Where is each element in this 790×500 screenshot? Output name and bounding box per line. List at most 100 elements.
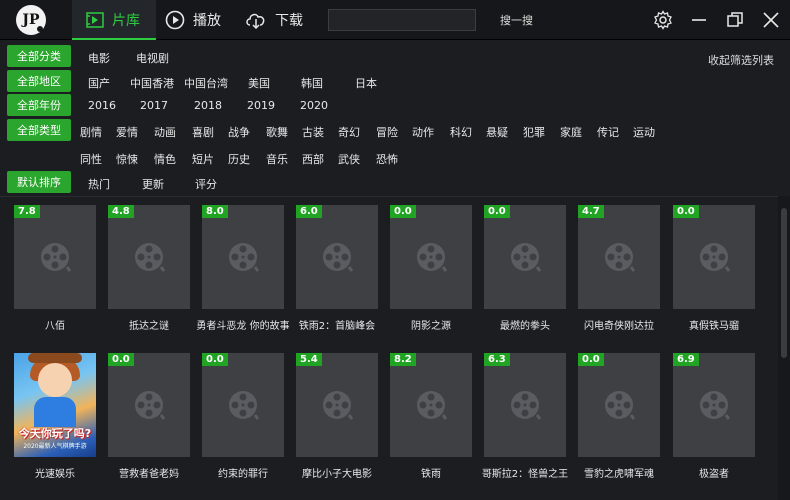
filter-year-option[interactable]: 2018: [194, 99, 222, 112]
filter-genre-option[interactable]: 西部: [302, 151, 324, 167]
filter-region-option[interactable]: 国产: [88, 75, 110, 91]
search-input[interactable]: [328, 9, 476, 31]
movie-title[interactable]: 营救者爸老妈: [102, 465, 196, 480]
filter-genre-option[interactable]: 动作: [412, 124, 434, 140]
filter-genre-option[interactable]: 剧情: [80, 124, 102, 140]
filter-region-option[interactable]: 韩国: [301, 75, 323, 91]
poster-placeholder: [321, 241, 354, 276]
filter-genre-option[interactable]: 犯罪: [523, 124, 545, 140]
filter-genre-option[interactable]: 动画: [154, 124, 176, 140]
filter-genre-option[interactable]: 爱情: [116, 124, 138, 140]
filter-genre-option[interactable]: 情色: [154, 151, 176, 167]
movie-title[interactable]: 阴影之源: [384, 317, 478, 332]
movie-poster[interactable]: 4.7: [578, 205, 660, 309]
movie-title[interactable]: 哥斯拉2：怪兽之王: [478, 465, 572, 480]
movie-title[interactable]: 铁雨: [384, 465, 478, 480]
filter-category-option[interactable]: 电影: [88, 50, 110, 66]
filter-genre-option[interactable]: 奇幻: [338, 124, 360, 140]
movie-poster[interactable]: 0.0: [578, 353, 660, 457]
score-badge: 8.0: [202, 205, 228, 218]
movie-title[interactable]: 约束的罪行: [196, 465, 290, 480]
tab-library[interactable]: 片库: [72, 0, 156, 40]
movie-title[interactable]: 八佰: [8, 317, 102, 332]
filter-genre-option[interactable]: 恐怖: [376, 151, 398, 167]
filter-genre-option[interactable]: 悬疑: [486, 124, 508, 140]
movie-poster[interactable]: 0.0: [390, 205, 472, 309]
filter-category-option[interactable]: 电视剧: [136, 50, 169, 66]
collapse-filters-link[interactable]: 收起筛选列表: [708, 52, 774, 68]
movie-title[interactable]: 铁雨2：首脑峰会: [290, 317, 384, 332]
movie-poster[interactable]: 6.3: [484, 353, 566, 457]
restore-icon: [727, 12, 743, 27]
filter-category-all[interactable]: 全部分类: [7, 45, 71, 67]
movie-poster[interactable]: 8.2: [390, 353, 472, 457]
movie-title[interactable]: 摩比小子大电影: [290, 465, 384, 480]
filter-genre-option[interactable]: 历史: [228, 151, 250, 167]
filter-year-option[interactable]: 2016: [88, 99, 116, 112]
movie-title[interactable]: 雪豹之虎啸军魂: [572, 465, 666, 480]
filter-genre-option[interactable]: 短片: [192, 151, 214, 167]
movie-title[interactable]: 真假铁马骝: [667, 317, 761, 332]
filter-region-option[interactable]: 中国香港: [130, 75, 174, 91]
movie-poster[interactable]: 5.4: [296, 353, 378, 457]
filter-genre-option[interactable]: 冒险: [376, 124, 398, 140]
sort-option-updated[interactable]: 更新: [142, 176, 164, 192]
filter-genre-option[interactable]: 音乐: [266, 151, 288, 167]
movie-title[interactable]: 闪电奇侠刚达拉: [572, 317, 666, 332]
close-icon: [763, 12, 779, 28]
movie-poster[interactable]: 6.0: [296, 205, 378, 309]
restore-button[interactable]: [724, 9, 746, 31]
movie-title[interactable]: 抵达之谜: [102, 317, 196, 332]
movie-poster[interactable]: 4.8: [108, 205, 190, 309]
score-badge: 6.0: [296, 205, 322, 218]
score-badge: 0.0: [202, 353, 228, 366]
movie-poster[interactable]: 0.0: [202, 353, 284, 457]
filter-year-option[interactable]: 2020: [300, 99, 328, 112]
movie-title[interactable]: 极盗者: [667, 465, 761, 480]
sort-option-rating[interactable]: 评分: [195, 176, 217, 192]
filter-sort-default[interactable]: 默认排序: [7, 171, 71, 193]
movie-title[interactable]: 勇者斗恶龙 你的故事: [196, 317, 290, 332]
movie-poster[interactable]: 7.8: [14, 205, 96, 309]
filter-genre-all[interactable]: 全部类型: [7, 119, 71, 141]
scrollbar[interactable]: [778, 196, 790, 500]
filter-genre-option[interactable]: 科幻: [450, 124, 472, 140]
close-button[interactable]: [760, 9, 782, 31]
poster-placeholder: [39, 241, 72, 276]
movie-title[interactable]: 最燃的拳头: [478, 317, 572, 332]
search-button[interactable]: 搜一搜: [500, 10, 533, 30]
filter-year-all[interactable]: 全部年份: [7, 94, 71, 116]
filter-genre-option[interactable]: 运动: [633, 124, 655, 140]
movie-poster[interactable]: 今天你玩了吗? 2020最新人气棋牌手游: [14, 353, 96, 457]
sort-option-hot[interactable]: 热门: [88, 176, 110, 192]
filter-year-option[interactable]: 2017: [140, 99, 168, 112]
filter-genre-option[interactable]: 古装: [302, 124, 324, 140]
filter-genre-option[interactable]: 喜剧: [192, 124, 214, 140]
filter-genre-option[interactable]: 同性: [80, 151, 102, 167]
movie-poster[interactable]: 6.9: [673, 353, 755, 457]
filter-region-option[interactable]: 中国台湾: [184, 75, 228, 91]
filter-region-all[interactable]: 全部地区: [7, 70, 71, 92]
tab-play[interactable]: 播放: [165, 0, 221, 40]
filter-region-option[interactable]: 日本: [355, 75, 377, 91]
filter-genre-option[interactable]: 武侠: [338, 151, 360, 167]
film-reel-icon: [323, 391, 354, 420]
movie-poster[interactable]: 0.0: [108, 353, 190, 457]
tab-download[interactable]: 下载: [245, 0, 303, 40]
filter-genre-option[interactable]: 歌舞: [266, 124, 288, 140]
score-badge: 0.0: [390, 205, 416, 218]
minimize-button[interactable]: [688, 9, 710, 31]
movie-poster[interactable]: 8.0: [202, 205, 284, 309]
scroll-thumb[interactable]: [781, 208, 787, 358]
movie-title[interactable]: 光速娱乐: [8, 465, 102, 480]
filter-genre-option[interactable]: 惊悚: [116, 151, 138, 167]
filter-genre-option[interactable]: 战争: [228, 124, 250, 140]
filter-genre-option[interactable]: 传记: [597, 124, 619, 140]
film-reel-icon: [417, 243, 448, 272]
filter-region-option[interactable]: 美国: [248, 75, 270, 91]
movie-poster[interactable]: 0.0: [673, 205, 755, 309]
settings-button[interactable]: [652, 9, 674, 31]
filter-year-option[interactable]: 2019: [247, 99, 275, 112]
filter-genre-option[interactable]: 家庭: [560, 124, 582, 140]
movie-poster[interactable]: 0.0: [484, 205, 566, 309]
